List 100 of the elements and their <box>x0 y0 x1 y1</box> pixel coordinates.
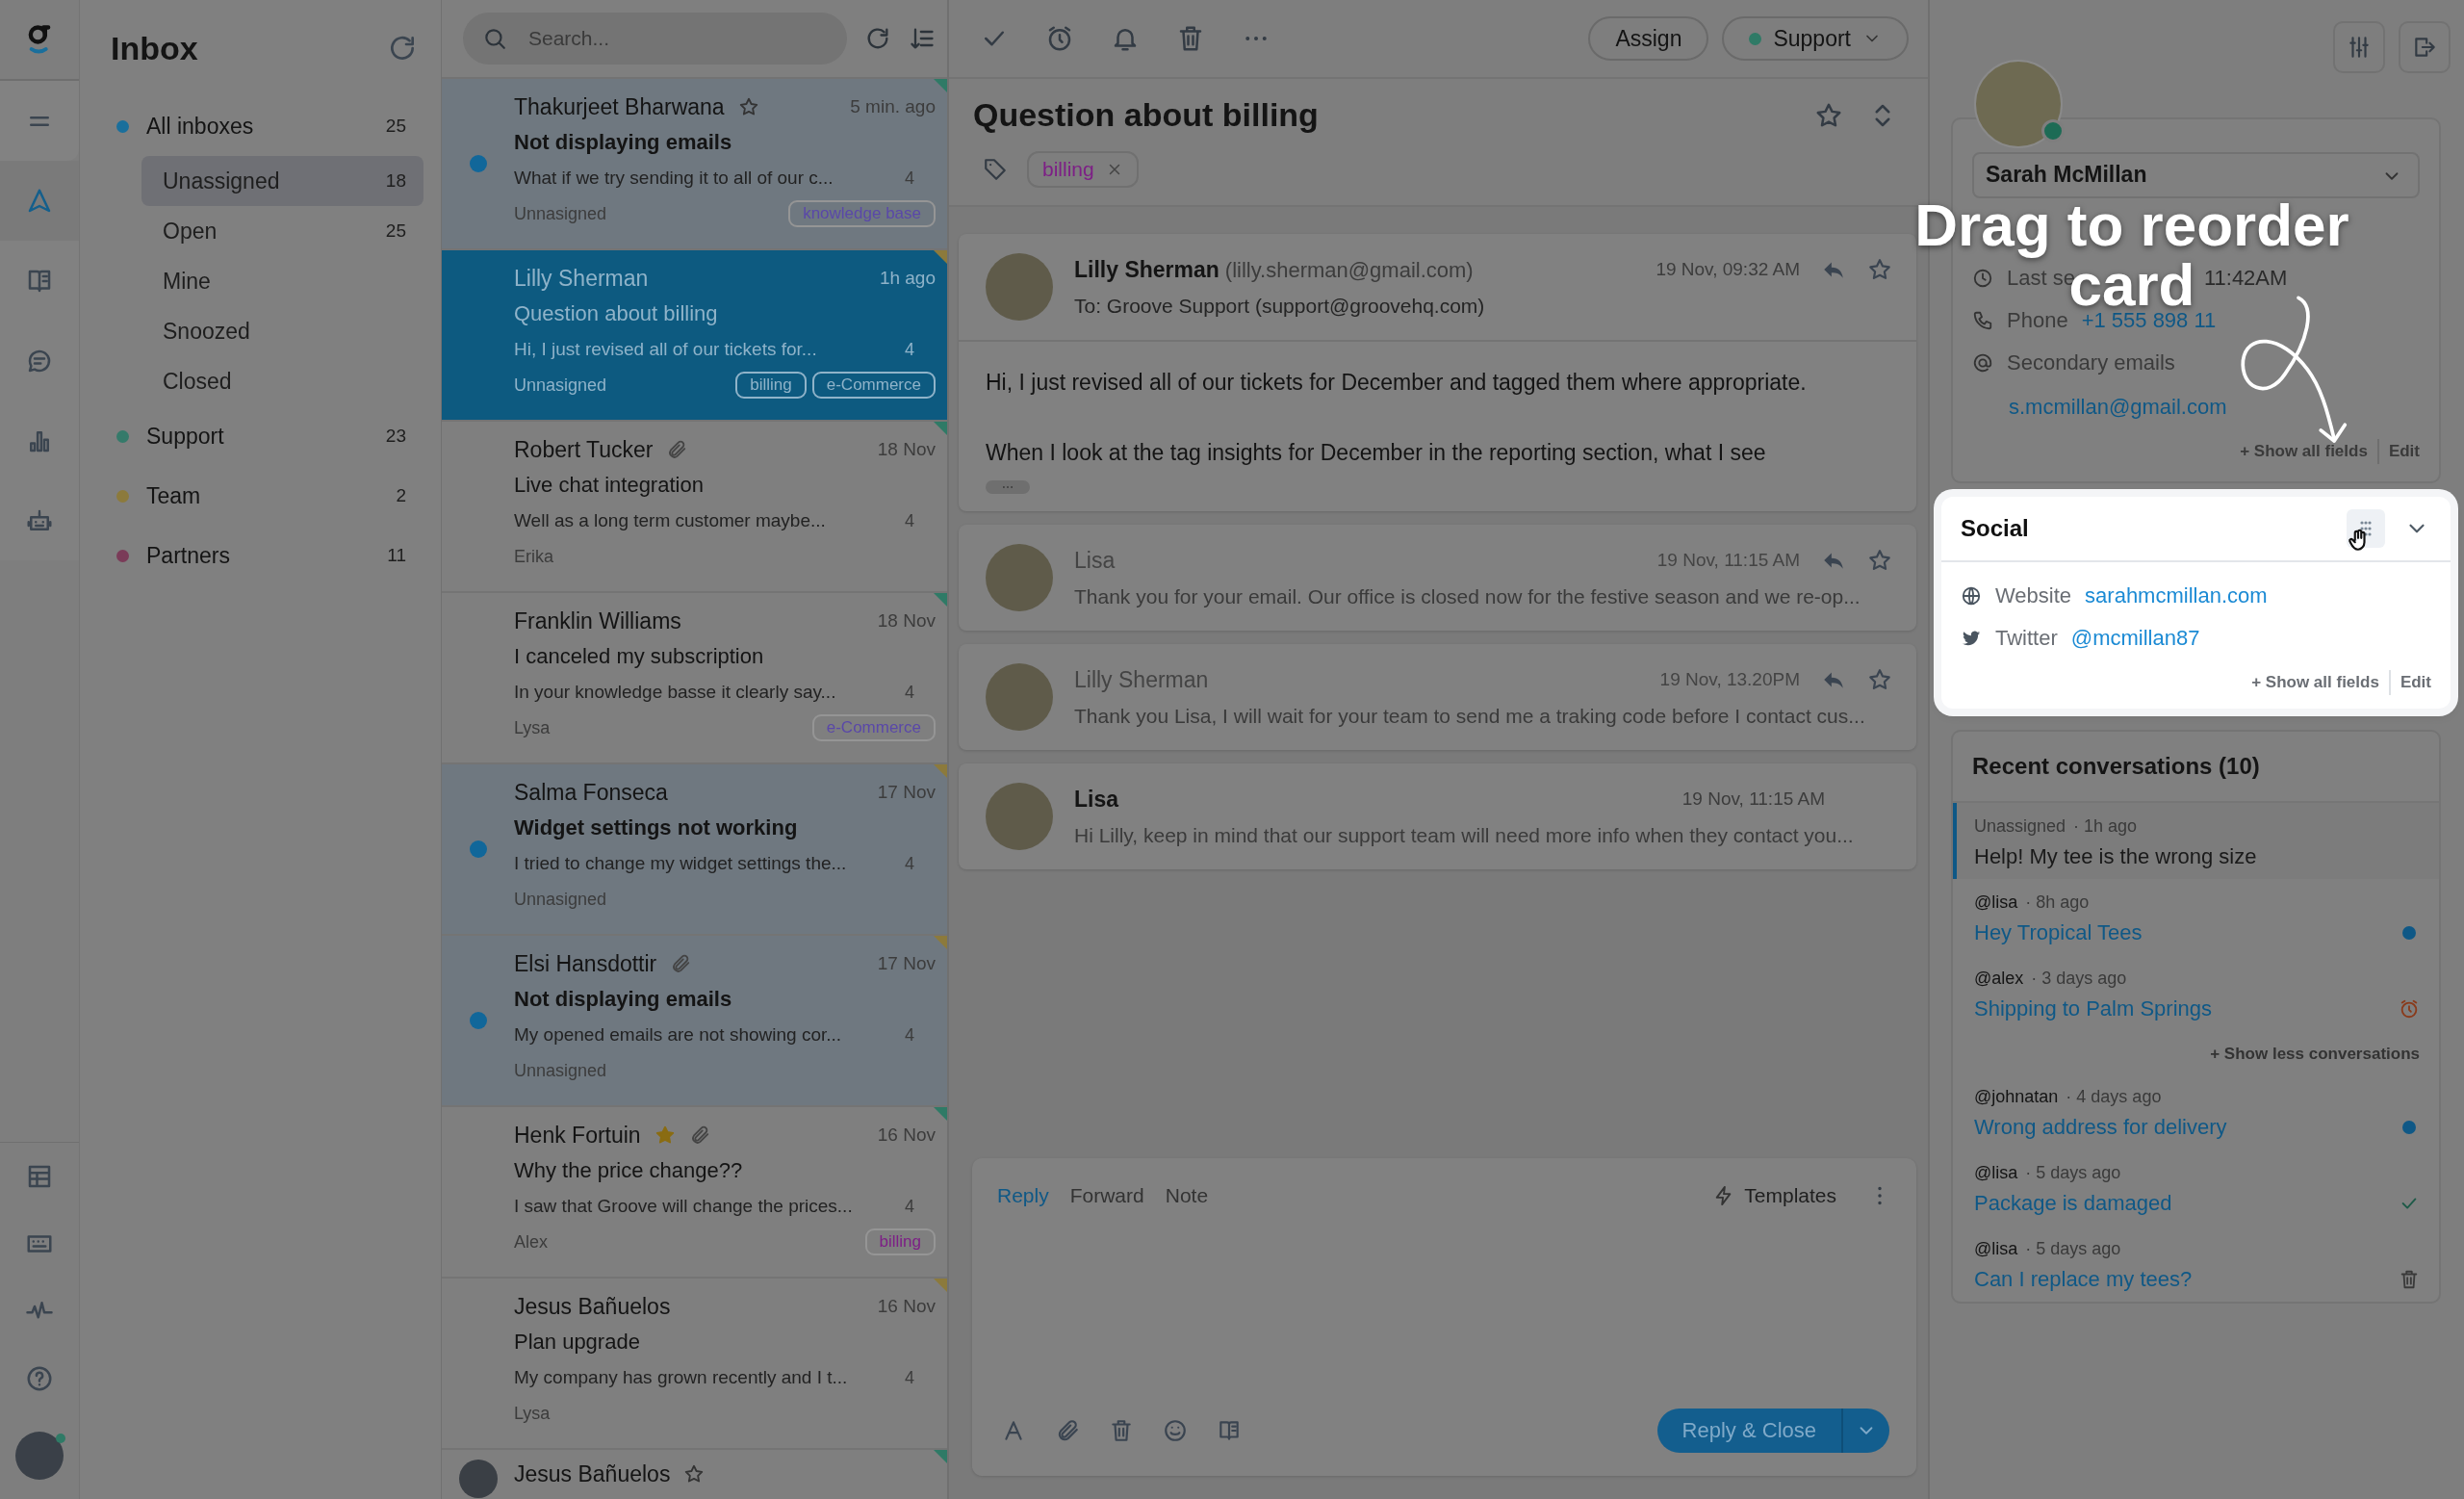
subject-text: I canceled my subscription <box>514 644 764 669</box>
user-avatar[interactable] <box>15 1432 64 1480</box>
sender-name: Jesus Bañuelos <box>514 1293 671 1320</box>
folder-item[interactable]: Open 25 <box>141 206 424 256</box>
folder-item[interactable]: Partners 11 <box>109 526 424 585</box>
conversation-item[interactable]: Lilly Sherman 1h ago Question about billing Hi, I just revised all of our tickets for... 4 Unnasigned billing e-Commerce <box>442 250 947 422</box>
mailbox-dropdown[interactable]: Support <box>1722 16 1909 61</box>
folder-item[interactable]: Mine <box>141 256 424 306</box>
subject-text: Not displaying emails <box>514 130 732 155</box>
timestamp: · 5 days ago <box>2025 1239 2121 1259</box>
subject-text: Plan upgrade <box>514 1330 640 1355</box>
star-icon[interactable] <box>1867 257 1892 282</box>
message-count: 4 <box>905 1196 914 1217</box>
author-text: @alex <box>1974 969 2024 989</box>
timestamp: 19 Nov, 11:15 AM <box>1681 788 1825 810</box>
tag-icon[interactable] <box>983 157 1008 182</box>
assign-button[interactable]: Assign <box>1588 16 1709 61</box>
preview-text: I tried to change my widget settings the... <box>514 853 848 874</box>
assignee-text: Unnasigned <box>514 1060 607 1081</box>
recent-conversation-item[interactable]: @lisa · 5 days ago Can I replace my tees? <box>1953 1226 2439 1302</box>
conversation-item[interactable]: Salma Fonseca 17 Nov Widget settings not working I tried to change my widget settings the... 4 Unnasigned <box>442 764 947 936</box>
star-icon[interactable] <box>1867 667 1892 692</box>
message-snippet: Thank you Lisa, I will wait for your team to send me a traking code before I contact cus... <box>1074 704 1866 728</box>
clock-icon <box>1972 268 1993 289</box>
field-label: Twitter <box>1995 626 2058 651</box>
sender-name: Salma Fonseca <box>514 779 668 806</box>
contact-name-dropdown[interactable]: Sarah McMillan <box>1972 152 2420 198</box>
author-text: @johnatan <box>1974 1087 2059 1107</box>
exit-icon <box>2412 35 2437 60</box>
tag[interactable]: billing <box>864 1228 936 1255</box>
help-icon[interactable] <box>25 1364 54 1393</box>
edit-link[interactable]: Edit <box>2388 442 2420 461</box>
exit-button[interactable] <box>2399 21 2451 73</box>
recent-conversation-item[interactable]: Unassigned · 1h ago Help! My tee is the wrong size <box>1953 803 2439 879</box>
trash-icon[interactable] <box>1109 1418 1134 1443</box>
recipient-text: To: Groove Support (support@groovehq.com) <box>1074 294 1486 318</box>
author-text: Unassigned <box>1974 816 2066 837</box>
assignee-text: Unnasigned <box>514 889 607 910</box>
online-dot <box>56 1434 65 1443</box>
timestamp: · 8h ago <box>2025 892 2090 913</box>
tag[interactable]: billing <box>735 372 807 399</box>
unread-dot <box>469 1012 487 1029</box>
preview-text: My company has grown recently and I t... <box>514 1367 849 1388</box>
timestamp: · 1h ago <box>2073 816 2138 837</box>
conversation-title: Can I replace my tees? <box>1974 1267 2193 1292</box>
star-icon[interactable] <box>1867 548 1892 573</box>
conversation-title: Package is damaged <box>1974 1191 2172 1216</box>
conversation-title: Wrong address for delivery <box>1974 1115 2227 1140</box>
search-field[interactable]: Search... <box>463 13 847 65</box>
preview-text: Hi, I just revised all of our tickets for... <box>514 339 818 360</box>
conversation-title: Hey Tropical Tees <box>1974 920 2143 945</box>
recent-conversation-item[interactable]: @alex · 3 days ago Shipping to Palm Springs <box>1953 955 2439 1031</box>
folder-item[interactable]: Snoozed <box>141 306 424 356</box>
phone-icon <box>1972 310 1993 331</box>
author-text: @lisa <box>1974 892 2018 913</box>
edit-link[interactable]: Edit <box>2400 673 2431 692</box>
field-link[interactable]: @mcmillan87 <box>2070 626 2200 651</box>
preview-text: What if we try sending it to all of our c... <box>514 168 834 189</box>
timestamp: 18 Nov <box>877 610 936 632</box>
filter-button[interactable] <box>2333 21 2385 73</box>
field-label: Website <box>1995 583 2072 608</box>
sender-name: Lilly Sherman <box>514 265 649 292</box>
star-icon[interactable] <box>737 96 759 117</box>
emoji-icon[interactable] <box>1163 1418 1188 1443</box>
assignee-text: Lysa <box>514 717 551 738</box>
recent-conversation-item[interactable]: @johnatan · 4 days ago Wrong address for delivery <box>1953 1073 2439 1150</box>
unread-dot <box>469 840 487 858</box>
conversation-title: Help! My tee is the wrong size <box>1974 844 2257 869</box>
book-icon[interactable] <box>1217 1418 1242 1443</box>
composer-tab[interactable]: Note <box>1165 1184 1209 1207</box>
tag[interactable]: e-Commerce <box>811 372 936 399</box>
show-less-link[interactable]: + Show less conversations <box>2210 1045 2420 1064</box>
subject-text: Widget settings not working <box>514 815 798 840</box>
show-all-fields-link[interactable]: + Show all fields <box>2251 673 2379 692</box>
timestamp: 19 Nov, 09:32 AM <box>1656 259 1800 280</box>
star-filled-icon[interactable] <box>654 1124 676 1146</box>
send-options-button[interactable] <box>1841 1409 1889 1453</box>
star-icon[interactable] <box>683 1463 706 1485</box>
timestamp: · 4 days ago <box>2066 1087 2162 1107</box>
composer-tab[interactable]: Forward <box>1069 1184 1144 1207</box>
tag[interactable]: billing <box>1027 151 1139 188</box>
sliders-icon <box>2347 35 2372 60</box>
timestamp: · 5 days ago <box>2025 1163 2121 1183</box>
reply-close-button[interactable]: Reply & Close <box>1656 1409 1841 1453</box>
folder-item[interactable]: Support 23 <box>109 406 424 466</box>
conversation-title: Shipping to Palm Springs <box>1974 996 2213 1021</box>
folder-item[interactable]: Unassigned 18 <box>141 156 424 206</box>
folder-item[interactable]: All inboxes 25 <box>109 96 424 156</box>
sender-name: Jesus Bañuelos <box>514 1460 671 1487</box>
recent-conversation-item[interactable]: @lisa · 8h ago Hey Tropical Tees <box>1953 879 2439 955</box>
templates-button[interactable]: Templates <box>1713 1184 1836 1207</box>
conversation-item[interactable]: Elsi Hansdottir 17 Nov Not displaying emails My opened emails are not showing cor... 4 Unnasigned <box>442 936 947 1107</box>
author-name: Lilly Sherman <box>1074 666 1209 693</box>
timestamp: 19 Nov, 11:15 AM <box>1656 550 1800 571</box>
recent-conversation-item[interactable]: @lisa · 5 days ago Package is damaged <box>1953 1150 2439 1226</box>
folder-item[interactable]: Closed <box>141 356 424 406</box>
folder-item[interactable]: Team 2 <box>109 466 424 526</box>
show-all-fields-link[interactable]: + Show all fields <box>2240 442 2368 461</box>
field-value: 11:42AM <box>2203 266 2288 291</box>
field-link[interactable]: sarahmcmillan.com <box>2085 583 2268 608</box>
